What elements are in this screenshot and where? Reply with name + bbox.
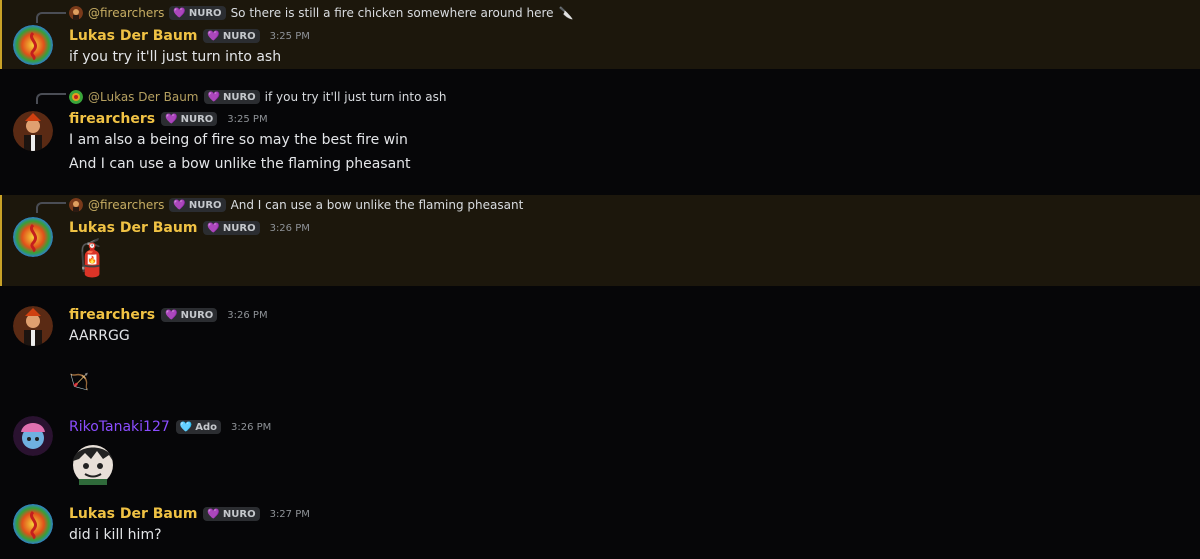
reply-preview[interactable]: @firearchers 💜 NURO So there is still a f… bbox=[69, 5, 573, 21]
heart-icon: 💜 bbox=[207, 91, 220, 103]
message: Lukas Der Baum 💜 NURO 3:27 PM did i kill … bbox=[0, 498, 1200, 559]
reply-text: if you try it'll just turn into ash bbox=[264, 90, 447, 104]
message: @firearchers 💜 NURO And I can use a bow u… bbox=[0, 195, 1200, 286]
heart-icon: 💜 bbox=[173, 7, 186, 19]
heart-icon: 💜 bbox=[207, 30, 220, 42]
role-badge: 💜 NURO bbox=[203, 29, 260, 43]
role-badge: 💜 NURO bbox=[203, 221, 260, 235]
username[interactable]: firearchers bbox=[69, 307, 155, 323]
username[interactable]: Lukas Der Baum bbox=[69, 220, 197, 236]
message-header: firearchers 💜 NURO 3:25 PM bbox=[69, 109, 268, 129]
message-header: Lukas Der Baum 💜 NURO 3:26 PM bbox=[69, 218, 310, 238]
message-text: And I can use a bow unlike the flaming p… bbox=[69, 156, 411, 172]
username[interactable]: firearchers bbox=[69, 111, 155, 127]
message-text: AARRGG bbox=[69, 328, 130, 344]
role-badge: 💜 NURO bbox=[203, 90, 260, 104]
username[interactable]: Lukas Der Baum bbox=[69, 28, 197, 44]
message: @firearchers 💜 NURO So there is still a f… bbox=[0, 0, 1200, 69]
message-text: did i kill him? bbox=[69, 527, 162, 543]
reply-avatar bbox=[69, 90, 83, 104]
message-header: Lukas Der Baum 💜 NURO 3:25 PM bbox=[69, 26, 310, 46]
message-text: I am also a being of fire so may the bes… bbox=[69, 132, 408, 148]
avatar[interactable] bbox=[13, 111, 53, 151]
message: @Lukas Der Baum 💜 NURO if you try it'll j… bbox=[0, 86, 1200, 180]
role-badge: 🩵 Ado bbox=[175, 420, 222, 434]
message-header: firearchers 💜 NURO 3:26 PM bbox=[69, 305, 268, 325]
reply-avatar bbox=[69, 198, 83, 212]
avatar[interactable] bbox=[13, 504, 53, 544]
knife-icon: 🔪 bbox=[558, 6, 574, 20]
message-header: RikoTanaki127 🩵 Ado 3:26 PM bbox=[69, 417, 271, 437]
role-badge: 💜 NURO bbox=[169, 6, 226, 20]
heart-icon: 💜 bbox=[165, 309, 178, 321]
timestamp: 3:25 PM bbox=[227, 113, 268, 125]
reply-preview[interactable]: @firearchers 💜 NURO And I can use a bow u… bbox=[69, 197, 523, 213]
timestamp: 3:26 PM bbox=[231, 421, 272, 433]
avatar[interactable] bbox=[13, 416, 53, 456]
reply-preview[interactable]: @Lukas Der Baum 💜 NURO if you try it'll j… bbox=[69, 89, 446, 105]
message-text: if you try it'll just turn into ash bbox=[69, 49, 282, 65]
username[interactable]: Lukas Der Baum bbox=[69, 506, 197, 522]
message: RikoTanaki127 🩵 Ado 3:26 PM bbox=[0, 410, 1200, 485]
avatar[interactable] bbox=[13, 217, 53, 257]
heart-icon: 💜 bbox=[165, 113, 178, 125]
timestamp: 3:25 PM bbox=[269, 30, 310, 42]
role-badge: 💜 NURO bbox=[161, 112, 218, 126]
heart-icon: 💜 bbox=[173, 199, 186, 211]
reply-author[interactable]: @firearchers bbox=[88, 198, 164, 212]
heart-icon: 🩵 bbox=[179, 421, 193, 433]
reply-author[interactable]: @firearchers bbox=[88, 6, 164, 20]
bow-emoji: 🏹 bbox=[69, 372, 89, 391]
fire-extinguisher-emoji: 🧯 bbox=[69, 238, 114, 279]
reply-connector bbox=[36, 93, 66, 104]
timestamp: 3:26 PM bbox=[227, 309, 268, 321]
reply-connector bbox=[36, 12, 66, 23]
reply-author[interactable]: @Lukas Der Baum bbox=[88, 90, 199, 104]
avatar[interactable] bbox=[13, 306, 53, 346]
sticker-image[interactable] bbox=[69, 441, 117, 489]
timestamp: 3:27 PM bbox=[269, 508, 310, 520]
reply-text: So there is still a fire chicken somewhe… bbox=[230, 6, 554, 20]
message: firearchers 💜 NURO 3:26 PM AARRGG 🏹 bbox=[0, 300, 1200, 400]
avatar[interactable] bbox=[13, 25, 53, 65]
reply-avatar bbox=[69, 6, 83, 20]
heart-icon: 💜 bbox=[207, 508, 220, 520]
username[interactable]: RikoTanaki127 bbox=[69, 419, 170, 435]
role-badge: 💜 NURO bbox=[169, 198, 226, 212]
reply-text: And I can use a bow unlike the flaming p… bbox=[230, 198, 524, 212]
heart-icon: 💜 bbox=[207, 222, 220, 234]
message-header: Lukas Der Baum 💜 NURO 3:27 PM bbox=[69, 504, 310, 524]
role-badge: 💜 NURO bbox=[161, 308, 218, 322]
reply-connector bbox=[36, 202, 66, 213]
timestamp: 3:26 PM bbox=[269, 222, 310, 234]
role-badge: 💜 NURO bbox=[203, 507, 260, 521]
